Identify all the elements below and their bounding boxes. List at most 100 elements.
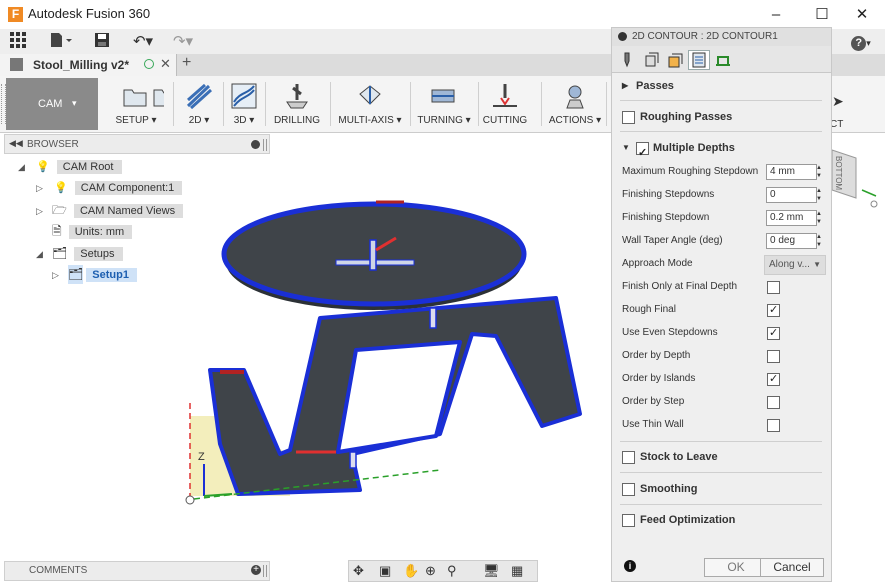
document-tab[interactable]: Stool_Milling v2* ✕ [0,54,177,76]
cutting-icon [493,84,517,107]
2d-label: 2D ▾ [188,115,210,126]
close-tab-icon[interactable]: ✕ [160,56,171,72]
fit-icon[interactable]: ⚲ [447,563,457,579]
cancel-button[interactable]: Cancel [760,558,824,577]
info-icon[interactable]: i [624,560,636,572]
order-by-step-checkbox[interactable] [767,396,780,409]
stepper-icon[interactable]: ▲ ▼ [815,187,823,203]
order-by-islands-checkbox[interactable] [767,372,780,386]
linking-tab-icon[interactable] [712,50,734,70]
actions-icon [566,85,584,109]
lightbulb-icon[interactable]: 💡 [36,158,50,177]
finish-only-final-depth-checkbox[interactable] [767,281,780,294]
stepper-icon[interactable]: ▲ ▼ [815,210,823,226]
help-icon[interactable]: ? ▾ [846,32,876,52]
divider [620,100,822,101]
finishing-stepdown-input[interactable]: 0.2 mm [766,210,817,226]
undo-icon[interactable]: ↶▾ [128,32,158,52]
turning-group[interactable]: TURNING ▾ [414,78,474,130]
heights-tab-icon[interactable] [664,50,686,70]
turning-label: TURNING ▾ [417,115,471,126]
save-icon[interactable] [92,32,112,52]
grid-settings-icon[interactable]: ▦ [511,563,523,579]
smoothing-section[interactable]: Smoothing [612,477,831,501]
turning-icon [431,89,455,103]
collapse-browser-icon[interactable]: ◀◀ [9,138,23,149]
rough-final-checkbox[interactable] [767,303,780,317]
stock-to-leave-checkbox[interactable] [622,451,635,464]
order-by-depth-checkbox[interactable] [767,350,780,363]
actions-group[interactable]: ACTIONS ▾ [546,78,604,130]
tree-node-setups[interactable]: ◢ 🗂 Setups [36,244,123,263]
collapse-triangle-icon[interactable]: ◢ [18,162,25,172]
geometry-tab-icon[interactable] [640,50,662,70]
setup-folder-icon [123,89,164,107]
collapse-triangle-icon[interactable]: ◢ [36,249,43,259]
add-comment-icon[interactable]: + [251,565,261,575]
redo-icon[interactable]: ↷▾ [168,32,198,52]
2d-group[interactable]: 2D ▾ [177,78,221,130]
expand-triangle-icon[interactable]: ▷ [52,270,59,280]
expand-triangle-icon[interactable]: ▷ [36,183,43,193]
passes-section-header[interactable]: ▶ Passes [612,74,831,98]
minimize-icon[interactable]: – [753,0,799,29]
new-tab-icon[interactable]: + [182,54,191,72]
expand-triangle-icon[interactable]: ▷ [36,206,43,216]
passes-tab-icon[interactable] [688,50,710,70]
ok-button[interactable]: OK [704,558,768,577]
approach-mode-select[interactable]: Along v... ▼ [764,255,826,275]
tool-tab-icon[interactable] [616,50,638,70]
panel-grip-icon[interactable] [263,139,267,151]
orbit-icon[interactable]: ✥ [353,563,364,579]
wall-taper-input[interactable]: 0 deg [766,233,817,249]
select-cursor-icon[interactable]: ➤ [832,93,844,110]
close-icon[interactable]: ✕ [839,0,885,29]
use-even-stepdowns-checkbox[interactable] [767,326,780,340]
feed-optimization-section[interactable]: Feed Optimization [612,508,831,532]
roughing-passes-section[interactable]: Roughing Passes [612,105,831,129]
pan-hand-icon[interactable]: ✋ [403,563,419,579]
2d-toolpath-icon [186,83,213,110]
roughing-passes-checkbox[interactable] [622,111,635,124]
smoothing-checkbox[interactable] [622,483,635,496]
finishing-stepdowns-input[interactable]: 0 [766,187,817,203]
tree-node-named-views[interactable]: ▷ 🗁 CAM Named Views [36,201,184,220]
stock-to-leave-section[interactable]: Stock to Leave [612,445,831,469]
look-at-icon[interactable]: ▣ [379,563,391,579]
multi-axis-label: MULTI-AXIS ▾ [338,115,402,126]
multiple-depths-section[interactable]: ▼ Multiple Depths [612,136,831,165]
dialog-collapse-icon[interactable] [618,32,627,41]
tree-node-setup1[interactable]: ▷ 🗂 Setup1 [52,265,137,284]
max-stepdown-input[interactable]: 4 mm [766,164,817,180]
use-thin-wall-checkbox[interactable] [767,419,780,432]
display-settings-icon[interactable]: 🖥 [483,563,500,579]
ribbon-divider [330,82,331,126]
setup-icon: 🗂 [67,265,84,284]
setup-group[interactable]: SETUP ▾ [103,78,169,130]
tree-node-cam-root[interactable]: ◢ 💡 CAM Root [18,158,122,177]
file-menu-icon[interactable] [48,32,74,52]
tree-label: Setup1 [86,268,137,282]
stepper-icon[interactable]: ▲ ▼ [815,164,823,180]
tree-node-units[interactable]: 🗎 Units: mm [52,222,133,241]
multiple-depths-checkbox[interactable] [636,141,649,165]
finishing-stepdowns-label: Finishing Stepdowns [622,189,715,200]
drilling-group[interactable]: DRILLING [270,78,324,130]
workspace-switcher[interactable]: CAM ▾ [6,78,98,130]
feed-optimization-checkbox[interactable] [622,514,635,527]
cutting-label: CUTTING [482,115,528,126]
panel-grip-icon[interactable] [263,565,267,577]
dialog-title-bar[interactable]: 2D CONTOUR : 2D CONTOUR1 [612,28,831,46]
check-row-label: Order by Step [622,396,685,407]
comments-panel[interactable]: COMMENTS + [4,561,270,581]
stepper-icon[interactable]: ▲ ▼ [815,233,823,249]
zoom-icon[interactable]: ⊕ [425,563,436,579]
data-panel-grid-icon[interactable] [8,32,28,52]
multi-axis-group[interactable]: MULTI-AXIS ▾ [334,78,406,130]
lightbulb-icon[interactable]: 💡 [54,179,68,198]
cutting-group[interactable]: CUTTING [482,78,528,130]
tree-node-cam-component[interactable]: ▷ 💡 CAM Component:1 [36,179,183,198]
browser-options-icon[interactable] [251,140,260,149]
3d-group[interactable]: 3D ▾ [226,78,262,130]
tree-label: Units: mm [68,225,133,239]
